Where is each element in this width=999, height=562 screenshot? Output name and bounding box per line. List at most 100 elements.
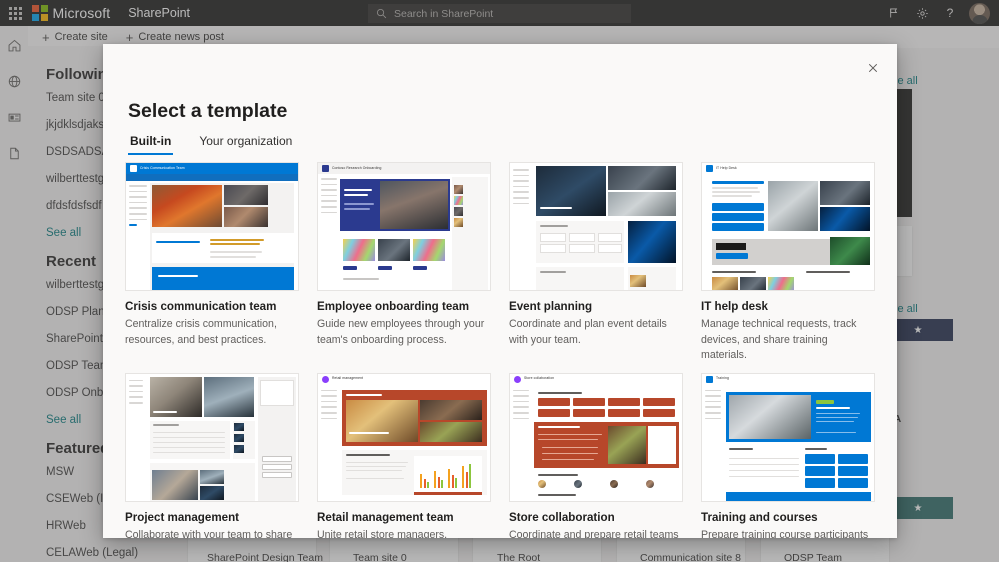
preview-header: Store collaboration — [510, 373, 682, 385]
preview-text — [210, 256, 256, 258]
preview-button — [343, 266, 357, 270]
site-logo-icon — [322, 375, 329, 383]
preview-document — [648, 425, 676, 464]
preview-field — [262, 455, 292, 462]
preview-footer-band — [152, 267, 294, 290]
preview-header: Training — [702, 373, 874, 385]
template-card-training-and-courses[interactable]: Training Training and courses Prepare tr… — [701, 372, 875, 538]
preview-text — [816, 420, 854, 423]
preview-bullet — [542, 452, 598, 455]
preview-item — [598, 244, 622, 253]
preview-cta-button — [712, 223, 764, 231]
template-description: Collaborate with your team to share proj… — [125, 529, 293, 538]
preview-image-presentation — [608, 192, 676, 216]
preview-text — [210, 251, 262, 253]
preview-row — [153, 451, 225, 454]
preview-resource-tile — [805, 477, 835, 488]
preview-site-title: Crisis Communication Team — [140, 165, 185, 170]
template-card-event-planning[interactable]: Event planning Coordinate and plan event… — [509, 162, 683, 364]
preview-row — [153, 441, 225, 444]
preview-image-tile — [343, 239, 375, 261]
preview-site-title: Training — [716, 376, 729, 381]
preview-quicklink — [608, 408, 640, 417]
preview-caption — [349, 431, 389, 434]
preview-row — [729, 463, 799, 466]
template-thumbnail: Contoso Research Onboarding — [317, 162, 491, 291]
site-logo-icon — [322, 165, 329, 172]
preview-resource-tile — [838, 477, 868, 488]
template-card-project-management[interactable]: Project management Collaborate with your… — [125, 372, 299, 538]
preview-image-people — [224, 185, 268, 205]
template-name: IT help desk — [701, 300, 769, 313]
template-description: Unite retail store managers, emphasize s… — [317, 529, 448, 538]
preview-site-title: IT Help Desk — [716, 165, 737, 170]
preview-image-hands — [152, 469, 198, 500]
preview-text — [538, 433, 602, 436]
template-description: Prepare training course participants for… — [701, 529, 869, 538]
dialog-title: Select a template — [128, 100, 288, 122]
preview-row — [729, 475, 799, 478]
preview-quicklink — [538, 397, 570, 406]
template-card-store-collaboration[interactable]: Store collaboration Store collaboration … — [509, 372, 683, 538]
preview-resource-tile — [805, 453, 835, 464]
preview-button — [378, 266, 392, 270]
template-description: Guide new employees through your team's … — [317, 318, 485, 346]
preview-text — [210, 243, 260, 245]
template-name: Training and courses — [701, 510, 818, 524]
preview-heading — [712, 271, 756, 274]
preview-heading — [153, 423, 179, 426]
template-card-employee-onboarding-team[interactable]: Contoso Research Onboarding Employee onb… — [317, 162, 491, 364]
template-name: Crisis communication team — [125, 300, 277, 313]
preview-section — [152, 233, 294, 263]
preview-nav — [510, 385, 532, 501]
preview-item — [540, 244, 566, 253]
preview-image-device — [820, 181, 870, 205]
preview-quicklink — [573, 408, 605, 417]
preview-thumb — [712, 277, 738, 290]
preview-events-band — [726, 491, 871, 501]
preview-site-title: Retail management — [332, 376, 364, 381]
preview-quicklink — [643, 397, 675, 406]
preview-image-classroom — [729, 394, 811, 439]
tab-built-in[interactable]: Built-in — [128, 130, 174, 155]
template-card-crisis-communication-team[interactable]: Crisis Communication Team Crisis communi… — [125, 162, 299, 364]
select-template-dialog: Select a template Built-in Your organiza… — [103, 44, 897, 538]
preview-thumb — [200, 469, 224, 484]
preview-heading — [540, 225, 568, 228]
site-preview: Crisis Communication Team — [126, 163, 298, 290]
preview-avatar — [538, 479, 546, 488]
preview-avatar — [454, 185, 463, 194]
preview-image-store — [420, 399, 482, 420]
preview-header: Contoso Research Onboarding — [318, 163, 490, 174]
preview-thumb — [234, 422, 244, 431]
preview-item — [569, 244, 595, 253]
template-description: Manage technical requests, track devices… — [701, 318, 857, 362]
preview-text — [712, 195, 752, 197]
preview-row — [153, 446, 225, 449]
site-preview: Store collaboration — [510, 373, 682, 501]
close-button[interactable] — [859, 54, 887, 82]
preview-avatar — [574, 479, 582, 488]
site-logo-icon — [514, 375, 521, 383]
preview-text — [344, 208, 370, 210]
preview-heading — [538, 473, 578, 476]
preview-bullet — [542, 458, 594, 461]
template-thumbnail: Training — [701, 372, 875, 502]
preview-image-tile — [378, 239, 410, 261]
preview-row — [729, 457, 799, 460]
template-card-it-help-desk[interactable]: IT Help Desk IT help desk Manage technic… — [701, 162, 875, 364]
site-logo-icon — [130, 165, 137, 172]
preview-quicklink — [643, 408, 675, 417]
tab-your-organization[interactable]: Your organization — [197, 130, 294, 155]
site-preview: IT Help Desk — [702, 163, 874, 290]
preview-image-meeting — [608, 166, 676, 190]
preview-resource-tile — [838, 465, 868, 476]
preview-nav — [510, 165, 532, 290]
preview-text — [816, 416, 858, 419]
preview-thumb — [630, 275, 646, 287]
template-card-retail-management-team[interactable]: Retail management Retail management team… — [317, 372, 491, 538]
template-description: Coordinate and plan event details with y… — [509, 318, 667, 346]
preview-text — [346, 465, 406, 468]
preview-nav — [126, 181, 150, 290]
preview-text — [712, 191, 760, 193]
